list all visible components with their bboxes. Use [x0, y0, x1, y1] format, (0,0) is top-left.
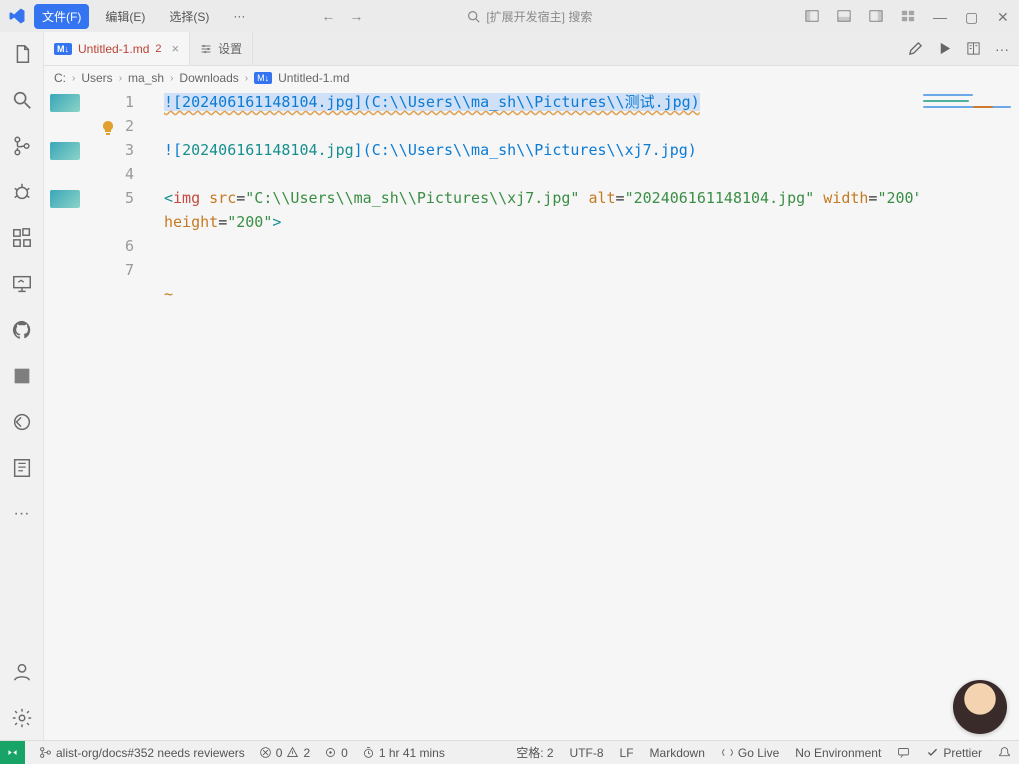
remote-indicator[interactable]: [0, 741, 25, 764]
statusbar: alist-org/docs#352 needs reviewers 0 2 0…: [0, 740, 1019, 764]
menu-select[interactable]: 选择(S): [161, 4, 217, 29]
nav-back[interactable]: ←: [321, 8, 335, 24]
end-of-file-tilde: ~: [164, 282, 173, 306]
menu-more[interactable]: ···: [225, 5, 253, 27]
command-center[interactable]: [扩展开发宿主] 搜索: [461, 6, 598, 27]
line-number: 3: [84, 138, 138, 162]
settings-gear-icon[interactable]: [1, 702, 43, 734]
github-icon[interactable]: [1, 314, 43, 346]
menu-file[interactable]: 文件(F): [34, 4, 89, 29]
account-icon[interactable]: [1, 656, 43, 688]
tab-title: Untitled-1.md: [78, 42, 149, 56]
window-close[interactable]: ✕: [997, 9, 1011, 23]
line-number: 5: [84, 186, 138, 210]
explorer-icon[interactable]: [1, 38, 43, 70]
edit-pencil-icon[interactable]: [908, 41, 923, 56]
lightbulb-icon[interactable]: [100, 120, 116, 136]
breadcrumb-file[interactable]: Untitled-1.md: [278, 71, 349, 85]
profile-avatar[interactable]: [953, 680, 1007, 734]
breadcrumb-part[interactable]: Users: [81, 71, 112, 85]
vscode-icon: [8, 7, 26, 25]
more-icon[interactable]: ···: [1, 498, 43, 530]
minimap[interactable]: [919, 90, 1019, 740]
image-preview-thumbnail: [50, 190, 80, 208]
code-line-5b: height="200">: [164, 210, 281, 234]
search-icon[interactable]: [1, 84, 43, 116]
time-tracker[interactable]: 1 hr 41 mins: [362, 746, 445, 760]
tab-problems-count: 2: [155, 43, 161, 55]
remote-explorer-icon[interactable]: [1, 268, 43, 300]
code-line-3: ![202406161148104.jpg](C:\\Users\\ma_sh\…: [164, 138, 697, 162]
line-number: 7: [84, 258, 138, 282]
nav-forward[interactable]: →: [349, 8, 363, 24]
image-preview-thumbnail: [50, 94, 80, 112]
workbench: ··· M↓ Untitled-1.md 2 × 设置 ···: [0, 32, 1019, 740]
debug-icon[interactable]: [1, 176, 43, 208]
code-editor[interactable]: 1 ![202406161148104.jpg](C:\\Users\\ma_s…: [44, 90, 919, 740]
layout-bottom-icon[interactable]: [837, 9, 851, 23]
prettier-status[interactable]: Prettier: [926, 746, 982, 760]
image-preview-thumbnail: [50, 142, 80, 160]
split-icon[interactable]: [966, 41, 981, 56]
editor-actions: ···: [908, 32, 1019, 65]
environment-status[interactable]: No Environment: [795, 746, 881, 760]
indentation-status[interactable]: 空格: 2: [516, 744, 553, 761]
git-branch-status[interactable]: alist-org/docs#352 needs reviewers: [39, 746, 245, 760]
menu-edit[interactable]: 编辑(E): [97, 4, 153, 29]
code-line-1: ![202406161148104.jpg](C:\\Users\\ma_sh\…: [164, 93, 700, 111]
ports-status[interactable]: 0: [324, 746, 348, 760]
language-mode[interactable]: Markdown: [650, 746, 705, 760]
feedback-icon[interactable]: [897, 746, 910, 759]
search-placeholder: [扩展开发宿主] 搜索: [486, 8, 592, 25]
tab-untitled[interactable]: M↓ Untitled-1.md 2 ×: [44, 32, 190, 65]
titlebar: 文件(F) 编辑(E) 选择(S) ··· ← → [扩展开发宿主] 搜索 — …: [0, 0, 1019, 32]
settings-sliders-icon: [200, 43, 212, 55]
line-number: 1: [84, 90, 138, 114]
line-number: 4: [84, 162, 138, 186]
layout-right-icon[interactable]: [869, 9, 883, 23]
tabbar: M↓ Untitled-1.md 2 × 设置 ···: [44, 32, 1019, 66]
breadcrumb-part[interactable]: C:: [54, 71, 66, 85]
editor-area: 1 ![202406161148104.jpg](C:\\Users\\ma_s…: [44, 90, 1019, 740]
tab-settings[interactable]: 设置: [190, 32, 253, 65]
tab-settings-label: 设置: [218, 40, 242, 57]
window-minimize[interactable]: —: [933, 9, 947, 23]
window-maximize[interactable]: ▢: [965, 9, 979, 23]
source-control-icon[interactable]: [1, 130, 43, 162]
layout-left-icon[interactable]: [805, 9, 819, 23]
puzzle-icon[interactable]: [1, 360, 43, 392]
breadcrumb[interactable]: C:› Users› ma_sh› Downloads› M↓ Untitled…: [44, 66, 1019, 90]
tab-close-icon[interactable]: ×: [172, 41, 180, 56]
breadcrumb-part[interactable]: Downloads: [179, 71, 238, 85]
extensions-icon[interactable]: [1, 222, 43, 254]
eol-status[interactable]: LF: [620, 746, 634, 760]
activitybar: ···: [0, 32, 44, 740]
more-actions-icon[interactable]: ···: [995, 41, 1009, 57]
run-icon[interactable]: [937, 41, 952, 56]
project-icon[interactable]: [1, 452, 43, 484]
encoding-status[interactable]: UTF-8: [570, 746, 604, 760]
problems-status[interactable]: 0 2: [259, 746, 310, 760]
breadcrumb-part[interactable]: ma_sh: [128, 71, 164, 85]
code-line-5: <img src="C:\\Users\\ma_sh\\Pictures\\xj…: [164, 186, 919, 210]
layout-grid-icon[interactable]: [901, 9, 915, 23]
line-number: 6: [84, 234, 138, 258]
markdown-badge-icon: M↓: [54, 43, 72, 55]
search-icon: [467, 10, 480, 23]
title-right: — ▢ ✕: [805, 9, 1011, 23]
nav-arrows: ← →: [321, 8, 363, 24]
main-column: M↓ Untitled-1.md 2 × 设置 ··· C:› Users› m…: [44, 32, 1019, 740]
gitlens-icon[interactable]: [1, 406, 43, 438]
markdown-badge-icon: M↓: [254, 72, 272, 84]
go-live[interactable]: Go Live: [721, 746, 779, 760]
notifications-bell-icon[interactable]: [998, 746, 1011, 759]
